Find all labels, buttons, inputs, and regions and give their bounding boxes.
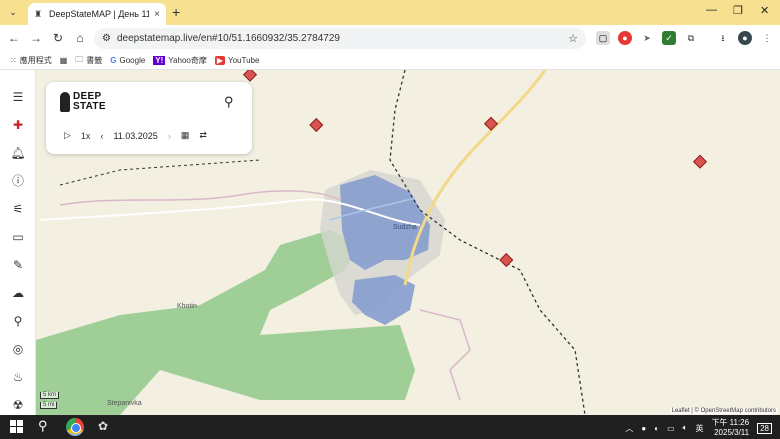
fire-icon[interactable]: ♨: [9, 368, 27, 386]
search-icon[interactable]: ⚲: [224, 94, 234, 110]
bookmark-label: Yahoo奇摩: [168, 56, 207, 65]
logo-line-2: STATE: [73, 101, 106, 112]
reload-icon[interactable]: ↻: [50, 30, 66, 46]
bookmark-yahoo[interactable]: Y! Yahoo奇摩: [153, 55, 207, 66]
map-label-sudzha: Sudzha: [393, 224, 417, 231]
extension-icon[interactable]: ▢: [596, 31, 610, 45]
info-icon[interactable]: ⓘ: [9, 172, 27, 190]
folder-icon: 🗀: [75, 54, 84, 64]
notification-bell-icon[interactable]: 🔔︎: [9, 144, 27, 162]
taskbar-search-icon[interactable]: ⚲: [38, 418, 48, 434]
hamburger-menu-icon[interactable]: ☰: [9, 88, 27, 106]
compare-icon[interactable]: ⇄: [199, 130, 207, 141]
map-label-khotin: Khotin: [177, 303, 197, 310]
deepstate-logo-icon: [60, 92, 70, 112]
google-icon: G: [110, 56, 117, 65]
tab-title: DeepStateMAP | День 1112 | Ка...: [49, 9, 150, 19]
browser-tabbar: ⌄ ♜ DeepStateMAP | День 1112 | Ка... × +…: [0, 0, 780, 25]
bookmark-label: Google: [119, 56, 146, 65]
profile-avatar[interactable]: ●: [738, 31, 752, 45]
favicon-icon: ♜: [34, 9, 43, 19]
notification-count-badge[interactable]: 28: [757, 422, 772, 434]
system-tray: ︿ ● ◐ ▭ 🔈︎ 英 下午 11:26 2025/3/11 28: [625, 418, 772, 438]
scale-km: 5 km: [40, 392, 60, 399]
bookmark-google[interactable]: G Google: [110, 56, 145, 65]
ruler-icon[interactable]: ▭: [9, 228, 27, 246]
battery-icon[interactable]: ▭: [667, 424, 675, 433]
tray-app-icon[interactable]: ●: [641, 424, 646, 433]
app-taskbar-icon[interactable]: ✿: [98, 419, 108, 433]
bookmarks-bar: ⁙ 應用程式 ▦ 🗀 書籤 G Google Y! Yahoo奇摩 ▶ YouTube: [0, 52, 780, 70]
radiation-icon[interactable]: ☢: [9, 396, 27, 414]
youtube-icon: ▶: [214, 56, 225, 65]
map-label-stepanivka: Stepanivka: [107, 400, 142, 407]
satellite-icon[interactable]: ⚲: [9, 312, 27, 330]
current-date: 11.03.2025: [113, 130, 158, 141]
calendar-icon[interactable]: ▦: [181, 130, 190, 141]
tab-search-icon[interactable]: ⌄: [6, 5, 20, 19]
next-date-icon[interactable]: ›: [168, 131, 171, 141]
play-icon[interactable]: ▷: [64, 130, 71, 141]
bookmark-label: 書籤: [86, 56, 103, 65]
back-icon[interactable]: ←: [6, 30, 22, 46]
bookmark-star-icon[interactable]: ☆: [568, 32, 578, 45]
bookmark-label: 應用程式: [19, 56, 52, 65]
target-icon[interactable]: ◎: [9, 340, 27, 358]
browser-toolbar: ← → ↻ ⌂ ⚙ deepstatemap.live/en#10/51.166…: [0, 25, 780, 52]
bookmark-label: YouTube: [228, 56, 260, 65]
map-attribution[interactable]: Leaflet | © OpenStreetMap contributors: [669, 408, 778, 414]
tab-close-icon[interactable]: ×: [154, 9, 160, 20]
tray-chevron-icon[interactable]: ︿: [625, 423, 633, 434]
windows-start-icon[interactable]: [10, 420, 24, 434]
home-icon[interactable]: ⌂: [72, 30, 88, 46]
clock-date: 2025/3/11: [714, 428, 750, 437]
filters-icon[interactable]: ⚟: [9, 200, 27, 218]
taskbar-clock[interactable]: 下午 11:26 2025/3/11: [711, 418, 749, 438]
extensions-puzzle-icon[interactable]: ⧉: [684, 31, 698, 45]
draw-icon[interactable]: ✎: [9, 256, 27, 274]
bookmark-grid[interactable]: ▦: [60, 56, 68, 65]
cloud-icon[interactable]: ☁: [9, 284, 27, 302]
apps-icon: ⁙: [10, 56, 17, 65]
language-flag-icon[interactable]: ✚: [9, 116, 27, 134]
clock-time: 下午 11:26: [711, 418, 750, 427]
volume-icon[interactable]: 🔈︎: [683, 423, 688, 433]
timeline-controls: ▷ 1x ‹ 11.03.2025 › ▦ ⇄: [64, 130, 207, 141]
maximize-icon[interactable]: ❐: [733, 4, 743, 17]
app-sidebar: ☰ ✚ 🔔︎ ⓘ ⚟ ▭ ✎ ☁ ⚲ ◎ ♨ ☢: [0, 70, 36, 415]
windows-taskbar: ⚲ ✿ ︿ ● ◐ ▭ 🔈︎ 英 下午 11:26 2025/3/11 28: [0, 415, 780, 439]
yahoo-icon: Y!: [153, 56, 166, 65]
browser-tab[interactable]: ♜ DeepStateMAP | День 1112 | Ка... ×: [28, 3, 166, 25]
bookmark-folder[interactable]: 🗀 書籤: [75, 54, 102, 68]
close-window-icon[interactable]: ✕: [760, 4, 769, 17]
extension-green-icon[interactable]: ✓: [662, 31, 676, 45]
tray-app2-icon[interactable]: ◐: [654, 424, 659, 433]
chrome-taskbar-icon[interactable]: [66, 418, 84, 436]
bookmark-apps[interactable]: ⁙ 應用程式: [10, 55, 52, 66]
menu-icon[interactable]: ⋮: [760, 31, 774, 45]
extension-arrow-icon[interactable]: ➤: [640, 31, 654, 45]
scale-mi: 5 mi: [40, 402, 58, 409]
speed-selector[interactable]: 1x: [81, 131, 91, 141]
grid-icon: ▦: [59, 56, 68, 65]
forward-icon[interactable]: →: [28, 30, 44, 46]
download-icon[interactable]: ⭳: [716, 31, 730, 45]
minimize-icon[interactable]: —: [706, 4, 717, 16]
ime-indicator[interactable]: 英: [695, 423, 703, 434]
deepstate-panel: DEEP STATE ⚲ ▷ 1x ‹ 11.03.2025 › ▦ ⇄: [46, 82, 252, 154]
deepstate-logo: DEEP STATE: [60, 92, 106, 112]
new-tab-button[interactable]: +: [172, 4, 180, 20]
site-info-icon[interactable]: ⚙: [102, 33, 111, 44]
address-bar[interactable]: ⚙ deepstatemap.live/en#10/51.1660932/35.…: [94, 28, 586, 49]
bookmark-youtube[interactable]: ▶ YouTube: [214, 56, 260, 65]
previous-date-icon[interactable]: ‹: [100, 131, 103, 141]
url-text: deepstatemap.live/en#10/51.1660932/35.27…: [116, 33, 340, 44]
extension-red-icon[interactable]: ●: [618, 31, 632, 45]
